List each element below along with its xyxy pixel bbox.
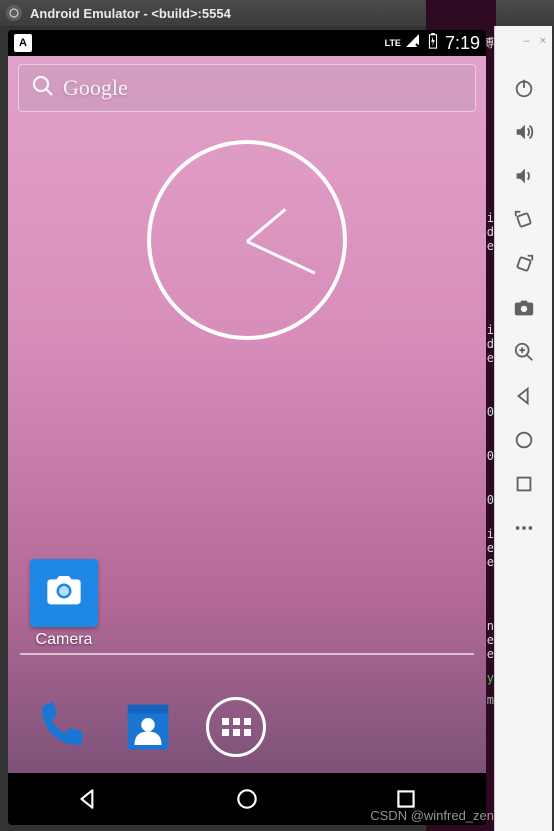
power-button[interactable] <box>506 76 542 100</box>
status-bar: A LTE 7:19 <box>8 30 486 56</box>
analog-clock-widget[interactable] <box>147 140 347 340</box>
rotate-left-button[interactable] <box>506 208 542 232</box>
search-icon <box>31 74 55 103</box>
toolbar-back-button[interactable] <box>506 384 542 408</box>
page-indicator-line <box>20 653 474 655</box>
toolbar-overview-button[interactable] <box>506 472 542 496</box>
clock-hour-hand <box>246 208 286 242</box>
window-title: Android Emulator - <build>:5554 <box>30 6 231 21</box>
emulator-toolbar: – × <box>494 26 552 831</box>
signal-icon <box>405 33 421 54</box>
more-button[interactable] <box>506 516 542 540</box>
camera-icon <box>44 571 84 616</box>
watermark-text: CSDN @winfred_zen <box>370 808 494 823</box>
zoom-button[interactable] <box>506 340 542 364</box>
close-button[interactable]: × <box>540 35 546 47</box>
network-label: LTE <box>385 38 401 48</box>
android-phone-frame: A LTE 7:19 <box>8 30 486 825</box>
app-label: Camera <box>36 631 93 649</box>
clock-minute-hand <box>246 240 315 274</box>
toolbar-home-button[interactable] <box>506 428 542 452</box>
volume-down-button[interactable] <box>506 164 542 188</box>
nav-home-button[interactable] <box>217 779 277 819</box>
volume-up-button[interactable] <box>506 120 542 144</box>
rotate-right-button[interactable] <box>506 252 542 276</box>
status-time: 7:19 <box>445 33 480 54</box>
search-placeholder: Google <box>63 75 128 101</box>
battery-charging-icon <box>425 33 441 54</box>
minimize-button[interactable]: – <box>523 35 529 47</box>
window-icon <box>6 5 22 21</box>
status-app-badge: A <box>14 34 32 52</box>
screenshot-button[interactable] <box>506 296 542 320</box>
app-icon-camera[interactable]: Camera <box>24 559 104 649</box>
dock-app-phone[interactable] <box>30 697 90 757</box>
dock-app-contacts[interactable] <box>118 697 178 757</box>
dock-all-apps[interactable] <box>206 697 266 757</box>
home-screen[interactable]: Google Camera <box>8 56 486 773</box>
apps-grid-icon <box>222 718 251 736</box>
favorites-dock <box>8 697 486 757</box>
google-search-bar[interactable]: Google <box>18 64 476 112</box>
nav-back-button[interactable] <box>58 779 118 819</box>
